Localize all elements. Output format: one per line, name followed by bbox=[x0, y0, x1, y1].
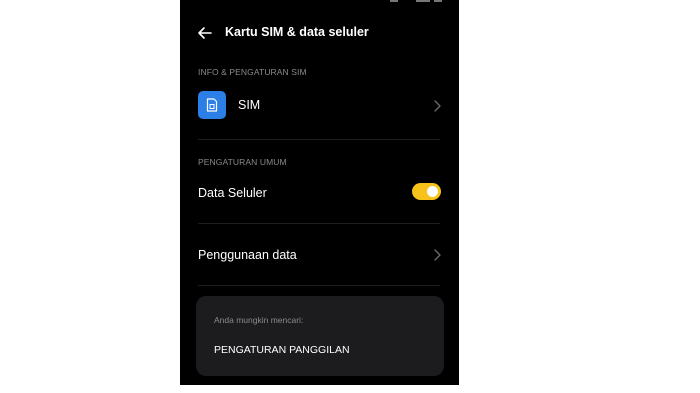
section-label-sim: INFO & PENGATURAN SIM bbox=[198, 67, 307, 77]
suggestions-card: Anda mungkin mencari: PENGATURAN PANGGIL… bbox=[196, 296, 444, 376]
divider bbox=[198, 139, 440, 140]
data-usage-row[interactable]: Penggunaan data bbox=[180, 238, 459, 272]
phone-screen: Kartu SIM & data seluler INFO & PENGATUR… bbox=[180, 0, 459, 385]
signal-icon bbox=[416, 0, 430, 2]
chevron-right-icon bbox=[434, 100, 441, 112]
arrow-left-icon bbox=[198, 27, 212, 39]
divider bbox=[198, 285, 440, 286]
page-title: Kartu SIM & data seluler bbox=[225, 25, 369, 39]
suggestions-heading: Anda mungkin mencari: bbox=[214, 315, 304, 325]
battery-icon bbox=[434, 0, 442, 2]
mobile-data-label: Data Seluler bbox=[198, 186, 267, 200]
status-bar bbox=[390, 0, 459, 2]
sim-card-icon bbox=[198, 91, 226, 119]
app-header: Kartu SIM & data seluler bbox=[180, 20, 459, 46]
sim-item-label: SIM bbox=[238, 98, 261, 112]
section-label-general: PENGATURAN UMUM bbox=[198, 157, 287, 167]
divider bbox=[198, 223, 440, 224]
mobile-data-toggle[interactable] bbox=[412, 183, 441, 200]
back-button[interactable] bbox=[194, 22, 216, 44]
suggestion-item-call-settings[interactable]: PENGATURAN PANGGILAN bbox=[214, 344, 350, 356]
chevron-right-icon bbox=[434, 249, 441, 261]
status-indicator bbox=[390, 0, 398, 2]
toggle-knob bbox=[427, 186, 438, 197]
sim-list-item[interactable]: SIM bbox=[180, 88, 459, 124]
data-usage-label: Penggunaan data bbox=[198, 248, 297, 262]
